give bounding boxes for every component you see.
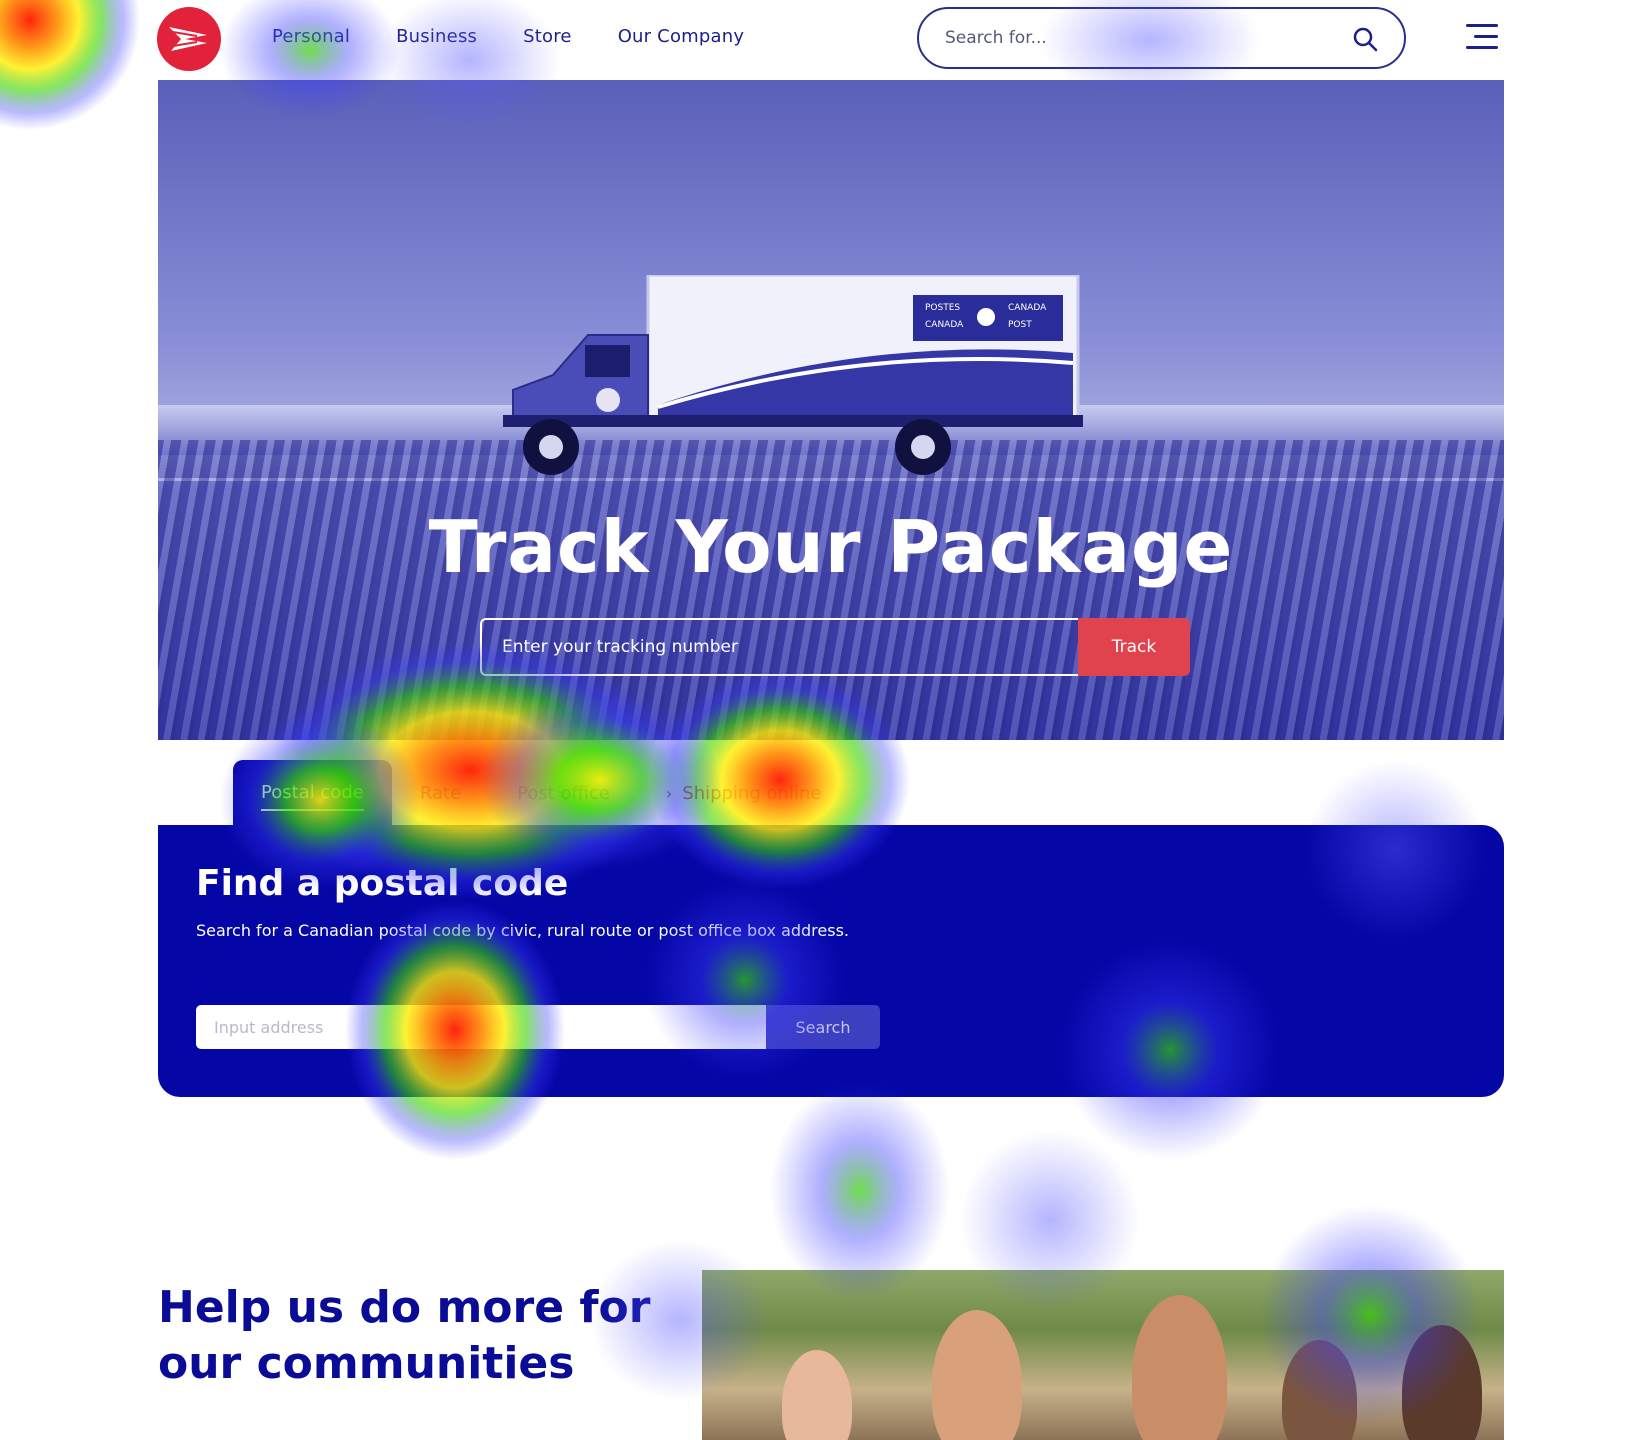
- postal-search-form: Search: [196, 1005, 880, 1049]
- address-input[interactable]: [196, 1005, 766, 1049]
- eagle-wing-icon: [169, 27, 207, 51]
- truck-sign-text-2: CANADA: [925, 320, 964, 330]
- menu-line: [1466, 24, 1498, 27]
- tracking-form: Track: [480, 618, 1190, 676]
- postal-panel-description: Search for a Canadian postal code by civ…: [196, 921, 850, 940]
- truck-sign-text-3: CANADA: [1008, 303, 1047, 313]
- tab-rate[interactable]: Rate: [392, 760, 489, 826]
- tab-post-office[interactable]: Post office: [489, 760, 638, 826]
- hero-banner: POSTES CANADA CANADA POST Track Your Pac…: [158, 80, 1504, 740]
- hero-title: Track Your Package: [428, 505, 1234, 589]
- tab-shipping-online[interactable]: › Shipping online: [638, 760, 850, 826]
- truck-sign-text-4: POST: [1008, 320, 1032, 330]
- child-figure: [1402, 1325, 1482, 1440]
- tracking-number-input[interactable]: [480, 618, 1078, 676]
- nav-store[interactable]: Store: [523, 26, 572, 47]
- tab-label: Postal code: [261, 782, 364, 811]
- child-figure: [932, 1310, 1022, 1440]
- postal-code-panel: Find a postal code Search for a Canadian…: [158, 825, 1504, 1097]
- search-icon[interactable]: [1351, 25, 1379, 53]
- delivery-truck-image: POSTES CANADA CANADA POST: [503, 275, 1083, 475]
- postal-panel-title: Find a postal code: [196, 863, 569, 904]
- lookup-tabs: Postal code Rate Post office › Shipping …: [233, 760, 849, 826]
- community-heading: Help us do more for our communities: [158, 1282, 651, 1389]
- tab-label: Shipping online: [682, 782, 822, 804]
- site-search: [917, 7, 1406, 69]
- tab-label: Rate: [419, 782, 462, 804]
- menu-line: [1474, 35, 1498, 38]
- nav-business[interactable]: Business: [396, 26, 477, 47]
- hamburger-menu-icon[interactable]: [1466, 24, 1498, 52]
- site-search-input[interactable]: [945, 23, 1335, 53]
- nav-personal[interactable]: Personal: [272, 26, 350, 47]
- tab-postal-code[interactable]: Postal code: [233, 760, 392, 826]
- nav-our-company[interactable]: Our Company: [618, 26, 745, 47]
- postal-search-button[interactable]: Search: [766, 1005, 880, 1049]
- canada-post-logo[interactable]: [157, 7, 221, 71]
- main-nav: Personal Business Store Our Company: [272, 26, 744, 47]
- track-button[interactable]: Track: [1078, 618, 1190, 676]
- child-figure: [1282, 1340, 1357, 1440]
- menu-line: [1466, 46, 1498, 49]
- chevron-right-icon: ›: [665, 783, 673, 803]
- child-figure: [1132, 1295, 1227, 1440]
- tab-label: Post office: [517, 782, 610, 804]
- truck-sign-text-1: POSTES: [925, 303, 960, 313]
- child-figure: [782, 1350, 852, 1440]
- children-running-photo: [702, 1270, 1504, 1440]
